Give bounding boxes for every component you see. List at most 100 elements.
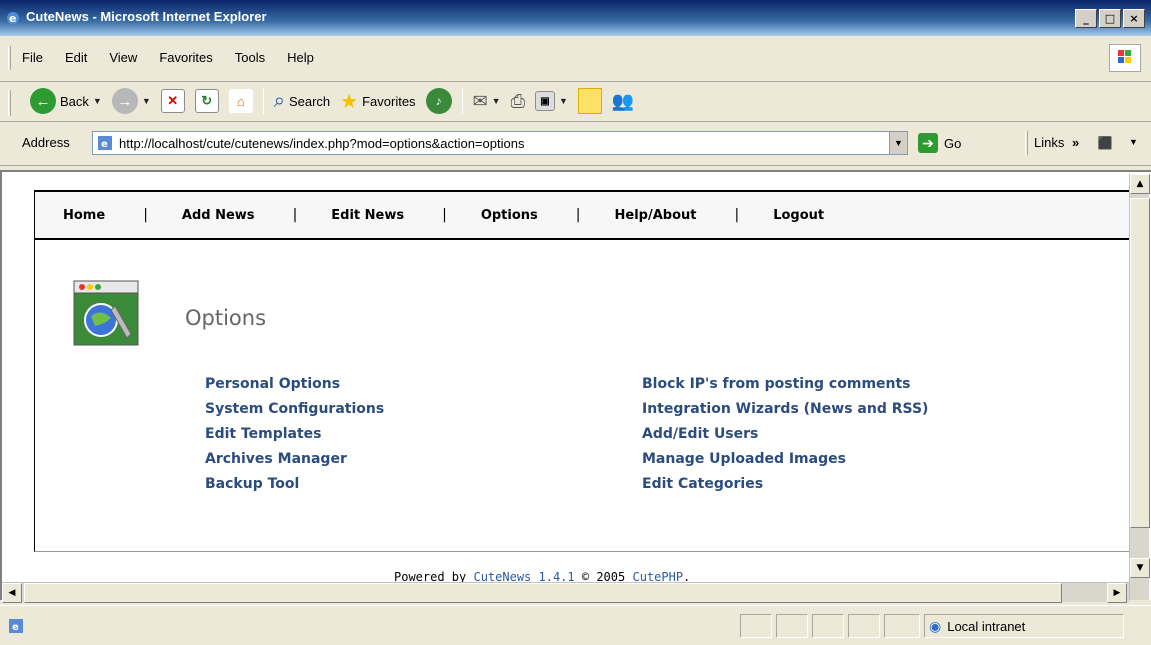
title-bar: e CuteNews - Microsoft Internet Explorer… bbox=[0, 0, 1151, 36]
address-dropdown-button[interactable]: ▼ bbox=[889, 132, 907, 154]
toolbar-separator bbox=[262, 88, 264, 114]
cutenews-page: Home | Add News | Edit News | Options | … bbox=[34, 190, 1133, 552]
vertical-scrollbar[interactable]: ▲ ▼ bbox=[1129, 174, 1150, 600]
forward-dropdown-icon[interactable]: ▼ bbox=[142, 96, 151, 106]
edit-icon: ▣ bbox=[534, 91, 555, 111]
link-block-ip[interactable]: Block IP's from posting comments bbox=[642, 375, 928, 393]
media-button[interactable]: ♪ bbox=[425, 88, 452, 114]
menu-edit[interactable]: Edit bbox=[65, 50, 87, 65]
horizontal-scrollbar[interactable]: ◀ ▶ bbox=[2, 582, 1129, 603]
security-zone: ◉ Local intranet bbox=[924, 614, 1124, 638]
scroll-left-button[interactable]: ◀ bbox=[2, 583, 22, 603]
pdf-dropdown-icon[interactable]: ▼ bbox=[1129, 137, 1138, 147]
link-archives-manager[interactable]: Archives Manager bbox=[205, 450, 384, 468]
nav-home[interactable]: Home bbox=[63, 208, 105, 223]
chevron-right-icon: » bbox=[1071, 135, 1080, 150]
menu-view[interactable]: View bbox=[109, 50, 137, 65]
home-button[interactable]: ⌂ bbox=[228, 89, 253, 113]
nav-help-about[interactable]: Help/About bbox=[615, 208, 697, 223]
links-button[interactable]: Links » bbox=[1034, 135, 1079, 150]
vertical-scroll-thumb[interactable] bbox=[1130, 198, 1150, 528]
forward-button[interactable]: → ▼ bbox=[111, 88, 151, 114]
window-title: CuteNews - Microsoft Internet Explorer bbox=[26, 9, 267, 24]
intranet-icon: ◉ bbox=[929, 617, 942, 634]
scroll-right-button[interactable]: ▶ bbox=[1107, 583, 1127, 603]
address-input[interactable]: e http://localhost/cute/cutenews/index.p… bbox=[92, 131, 908, 155]
discuss-button[interactable] bbox=[577, 88, 602, 114]
link-add-edit-users[interactable]: Add/Edit Users bbox=[642, 425, 928, 443]
back-label: Back bbox=[60, 93, 89, 109]
pdf-icon[interactable]: ⬛ bbox=[1094, 133, 1116, 153]
forward-arrow-icon: → bbox=[111, 88, 138, 114]
stop-button[interactable]: ✕ bbox=[160, 89, 185, 113]
refresh-button[interactable]: ↻ bbox=[194, 89, 219, 113]
nav-options[interactable]: Options bbox=[481, 208, 538, 223]
options-globe-icon bbox=[73, 280, 139, 346]
mail-button[interactable]: ✉ ▼ bbox=[473, 91, 501, 112]
links-label: Links bbox=[1034, 135, 1065, 150]
status-panel bbox=[812, 614, 844, 638]
nav-add-news[interactable]: Add News bbox=[182, 208, 255, 223]
menu-file[interactable]: File bbox=[22, 50, 43, 65]
options-left-column: Personal Options System Configurations E… bbox=[205, 375, 384, 493]
svg-text:e: e bbox=[12, 622, 19, 633]
favorites-button[interactable]: ★ Favorites bbox=[340, 89, 415, 114]
go-label: Go bbox=[944, 135, 962, 151]
scroll-down-button[interactable]: ▼ bbox=[1130, 558, 1150, 578]
options-title: Options bbox=[185, 306, 267, 330]
nav-separator: | bbox=[734, 207, 740, 223]
link-system-configurations[interactable]: System Configurations bbox=[205, 400, 384, 418]
address-bar: Address e http://localhost/cute/cutenews… bbox=[0, 122, 1151, 166]
windows-logo-icon bbox=[1109, 44, 1141, 72]
status-panel bbox=[884, 614, 920, 638]
address-label: Address bbox=[22, 135, 70, 150]
scroll-up-button[interactable]: ▲ bbox=[1130, 174, 1150, 194]
search-button[interactable]: ⌕ Search bbox=[274, 90, 330, 113]
nav-edit-news[interactable]: Edit News bbox=[331, 208, 404, 223]
menu-help[interactable]: Help bbox=[287, 50, 314, 65]
minimize-button[interactable]: _ bbox=[1075, 9, 1097, 28]
mail-dropdown-icon[interactable]: ▼ bbox=[492, 96, 501, 106]
search-label: Search bbox=[288, 93, 331, 109]
edit-page-button[interactable]: ▣ ▼ bbox=[534, 91, 568, 111]
maximize-button[interactable]: □ bbox=[1099, 9, 1121, 28]
menu-items: File Edit View Favorites Tools Help bbox=[22, 50, 314, 65]
nav-logout[interactable]: Logout bbox=[773, 208, 824, 223]
go-button[interactable]: ➔ Go bbox=[918, 133, 961, 153]
link-personal-options[interactable]: Personal Options bbox=[205, 375, 384, 393]
print-button[interactable]: ⎙ bbox=[511, 91, 525, 112]
status-panel bbox=[740, 614, 772, 638]
link-manage-uploaded-images[interactable]: Manage Uploaded Images bbox=[642, 450, 928, 468]
page-status-icon: e bbox=[9, 619, 23, 633]
links-grip[interactable] bbox=[1025, 131, 1028, 155]
messenger-button[interactable]: 👥 bbox=[612, 91, 634, 112]
content-viewport: Home | Add News | Edit News | Options | … bbox=[0, 170, 1151, 603]
link-backup-tool[interactable]: Backup Tool bbox=[205, 475, 384, 493]
search-icon: ⌕ bbox=[273, 89, 285, 112]
star-icon: ★ bbox=[340, 90, 359, 113]
toolbar-grip[interactable] bbox=[8, 90, 11, 116]
menu-grip[interactable] bbox=[8, 46, 11, 70]
nav-separator: | bbox=[143, 207, 148, 223]
back-dropdown-icon[interactable]: ▼ bbox=[93, 96, 102, 106]
horizontal-scroll-thumb[interactable] bbox=[24, 583, 1062, 603]
page-icon: e bbox=[98, 136, 112, 150]
back-button[interactable]: ← Back ▼ bbox=[30, 88, 102, 114]
menu-favorites[interactable]: Favorites bbox=[159, 50, 212, 65]
mail-icon: ✉ bbox=[472, 90, 488, 111]
nav-separator: | bbox=[292, 207, 298, 223]
window-controls: _ □ × bbox=[1075, 9, 1145, 28]
nav-separator: | bbox=[442, 207, 447, 223]
address-url: http://localhost/cute/cutenews/index.php… bbox=[119, 135, 525, 151]
zone-label: Local intranet bbox=[947, 618, 1026, 634]
edit-dropdown-icon[interactable]: ▼ bbox=[559, 96, 568, 106]
status-panel bbox=[848, 614, 880, 638]
favorites-label: Favorites bbox=[362, 93, 416, 109]
ie-logo-icon: e bbox=[7, 12, 19, 25]
menu-tools[interactable]: Tools bbox=[235, 50, 265, 65]
close-button[interactable]: × bbox=[1123, 9, 1145, 28]
link-edit-templates[interactable]: Edit Templates bbox=[205, 425, 384, 443]
link-edit-categories[interactable]: Edit Categories bbox=[642, 475, 928, 493]
go-arrow-icon: ➔ bbox=[918, 133, 938, 153]
link-integration-wizards[interactable]: Integration Wizards (News and RSS) bbox=[642, 400, 928, 418]
